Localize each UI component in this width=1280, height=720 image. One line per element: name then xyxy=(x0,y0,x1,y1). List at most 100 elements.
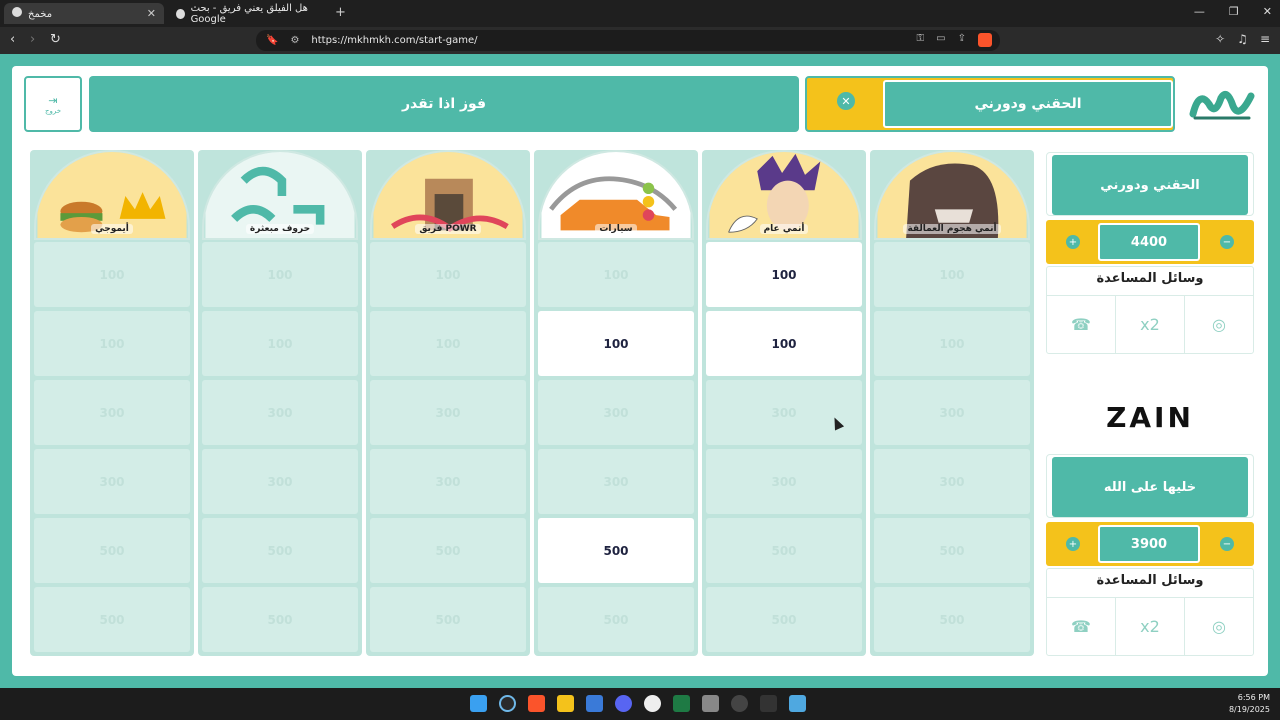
cast-icon[interactable]: ▭ xyxy=(936,33,945,47)
close-icon[interactable]: ✕ xyxy=(837,92,855,110)
question-cell[interactable]: 300 xyxy=(34,380,190,445)
address-bar[interactable]: 🔖 ⚙ https://mkhmkh.com/start-game/ ⚿ ▭ ⇪ xyxy=(256,30,1000,51)
question-cell[interactable]: 300 xyxy=(706,449,862,514)
forward-icon[interactable]: › xyxy=(30,32,35,47)
hole-icon[interactable]: ◎ xyxy=(1184,296,1253,353)
category-header[interactable]: أيموجي xyxy=(34,150,190,240)
bookmark-icon[interactable]: 🔖 xyxy=(266,35,278,46)
question-cell[interactable]: 100 xyxy=(706,311,862,376)
category-header[interactable]: فريق POWR xyxy=(370,150,526,240)
question-cell[interactable]: 300 xyxy=(202,449,358,514)
brave-icon[interactable] xyxy=(528,695,545,712)
question-cell[interactable]: 300 xyxy=(874,380,1030,445)
team-card: خليها على الله xyxy=(1046,454,1254,518)
question-cell[interactable]: 500 xyxy=(874,587,1030,652)
question-cell[interactable]: 500 xyxy=(202,518,358,583)
category-header[interactable]: أنمي عام xyxy=(706,150,862,240)
system-clock[interactable]: 6:56 PM 8/19/2025 xyxy=(1229,692,1270,716)
question-cell[interactable]: 500 xyxy=(370,587,526,652)
close-window-icon[interactable]: ✕ xyxy=(1263,5,1272,18)
close-icon[interactable]: ✕ xyxy=(147,7,156,20)
question-cell[interactable]: 100 xyxy=(202,242,358,307)
category-column: حروف مبعثرة 100 100 300 300 500 500 xyxy=(198,150,362,656)
question-cell[interactable]: 500 xyxy=(874,518,1030,583)
question-cell[interactable]: 300 xyxy=(34,449,190,514)
question-cell[interactable]: 300 xyxy=(370,449,526,514)
team-score: 4400 xyxy=(1098,223,1200,261)
usb-icon[interactable] xyxy=(702,695,719,712)
question-cell[interactable]: 500 xyxy=(538,587,694,652)
double-points-icon[interactable]: x2 xyxy=(1115,296,1184,353)
question-cell[interactable]: 300 xyxy=(706,380,862,445)
win-banner: فوز اذا تقدر xyxy=(89,76,799,132)
question-cell[interactable]: 500 xyxy=(34,587,190,652)
question-cell[interactable]: 100 xyxy=(34,311,190,376)
score-row: + 3900 − xyxy=(1046,522,1254,566)
minimize-icon[interactable]: — xyxy=(1194,5,1205,18)
question-cell[interactable]: 100 xyxy=(706,242,862,307)
steam-icon[interactable] xyxy=(731,695,748,712)
question-cell[interactable]: 100 xyxy=(34,242,190,307)
b-app-icon[interactable] xyxy=(644,695,661,712)
discord-icon[interactable] xyxy=(615,695,632,712)
tab-title: مخمخ xyxy=(28,9,53,20)
new-tab-icon[interactable]: + xyxy=(335,5,346,20)
question-cell[interactable]: 100 xyxy=(874,242,1030,307)
tab-google-search[interactable]: هل الفيلق يعني فريق - بحث Google xyxy=(170,3,330,25)
exit-button[interactable]: ⇥ خروج xyxy=(24,76,82,132)
media-icon[interactable]: ♫ xyxy=(1237,32,1248,46)
question-cell[interactable]: 500 xyxy=(34,518,190,583)
plus-icon[interactable]: + xyxy=(1066,537,1080,551)
excel-icon[interactable] xyxy=(673,695,690,712)
key-icon[interactable]: ⚿ xyxy=(917,33,925,47)
sponsor-logo: ZAIN xyxy=(1106,400,1194,434)
category-header[interactable]: سيارات xyxy=(538,150,694,240)
terminal-icon[interactable] xyxy=(760,695,777,712)
question-cell[interactable]: 300 xyxy=(202,380,358,445)
current-team-name: الحقني ودورني xyxy=(883,80,1173,128)
question-cell[interactable]: 500 xyxy=(538,518,694,583)
store-icon[interactable] xyxy=(586,695,603,712)
search-icon[interactable] xyxy=(499,695,516,712)
question-cell[interactable]: 100 xyxy=(202,311,358,376)
question-cell[interactable]: 300 xyxy=(370,380,526,445)
restore-icon[interactable]: ❐ xyxy=(1229,5,1239,18)
notepad-icon[interactable] xyxy=(789,695,806,712)
category-header[interactable]: أنمي هجوم العمالقة xyxy=(874,150,1030,240)
question-cell[interactable]: 100 xyxy=(874,311,1030,376)
question-cell[interactable]: 500 xyxy=(706,518,862,583)
hole-icon[interactable]: ◎ xyxy=(1184,598,1253,655)
share-icon[interactable]: ⇪ xyxy=(958,33,966,47)
question-cell[interactable]: 300 xyxy=(538,380,694,445)
game-frame: ⇥ خروج فوز اذا تقدر ✕ الحقني ودورني أيمو… xyxy=(12,66,1268,676)
tab-mkhmkh[interactable]: مخمخ ✕ xyxy=(4,3,164,24)
reload-icon[interactable]: ↻ xyxy=(50,32,61,47)
call-friend-icon[interactable]: ☎ xyxy=(1047,598,1115,655)
help-tools-title: وسائل المساعدة xyxy=(1096,573,1204,588)
minus-icon[interactable]: − xyxy=(1220,537,1234,551)
plus-icon[interactable]: + xyxy=(1066,235,1080,249)
question-cell[interactable]: 100 xyxy=(370,311,526,376)
call-friend-icon[interactable]: ☎ xyxy=(1047,296,1115,353)
back-icon[interactable]: ‹ xyxy=(10,32,15,47)
question-cell[interactable]: 500 xyxy=(706,587,862,652)
double-points-icon[interactable]: x2 xyxy=(1115,598,1184,655)
question-cell[interactable]: 500 xyxy=(202,587,358,652)
windows-start-icon[interactable] xyxy=(470,695,487,712)
menu-icon[interactable]: ≡ xyxy=(1260,32,1270,46)
category-column: فريق POWR 100 100 300 300 500 500 xyxy=(366,150,530,656)
question-cell[interactable]: 500 xyxy=(370,518,526,583)
minus-icon[interactable]: − xyxy=(1220,235,1234,249)
extensions-icon[interactable]: ✧ xyxy=(1215,32,1225,46)
category-header[interactable]: حروف مبعثرة xyxy=(202,150,358,240)
site-info-icon[interactable]: ⚙ xyxy=(290,35,299,46)
question-cell[interactable]: 300 xyxy=(874,449,1030,514)
file-explorer-icon[interactable] xyxy=(557,695,574,712)
question-cell[interactable]: 100 xyxy=(538,242,694,307)
brave-shield-icon[interactable] xyxy=(978,33,992,47)
question-cell[interactable]: 100 xyxy=(370,242,526,307)
question-cell[interactable]: 300 xyxy=(538,449,694,514)
current-turn-box: ✕ الحقني ودورني xyxy=(805,76,1175,132)
question-cell[interactable]: 100 xyxy=(538,311,694,376)
team-name: الحقني ودورني xyxy=(1052,155,1248,215)
